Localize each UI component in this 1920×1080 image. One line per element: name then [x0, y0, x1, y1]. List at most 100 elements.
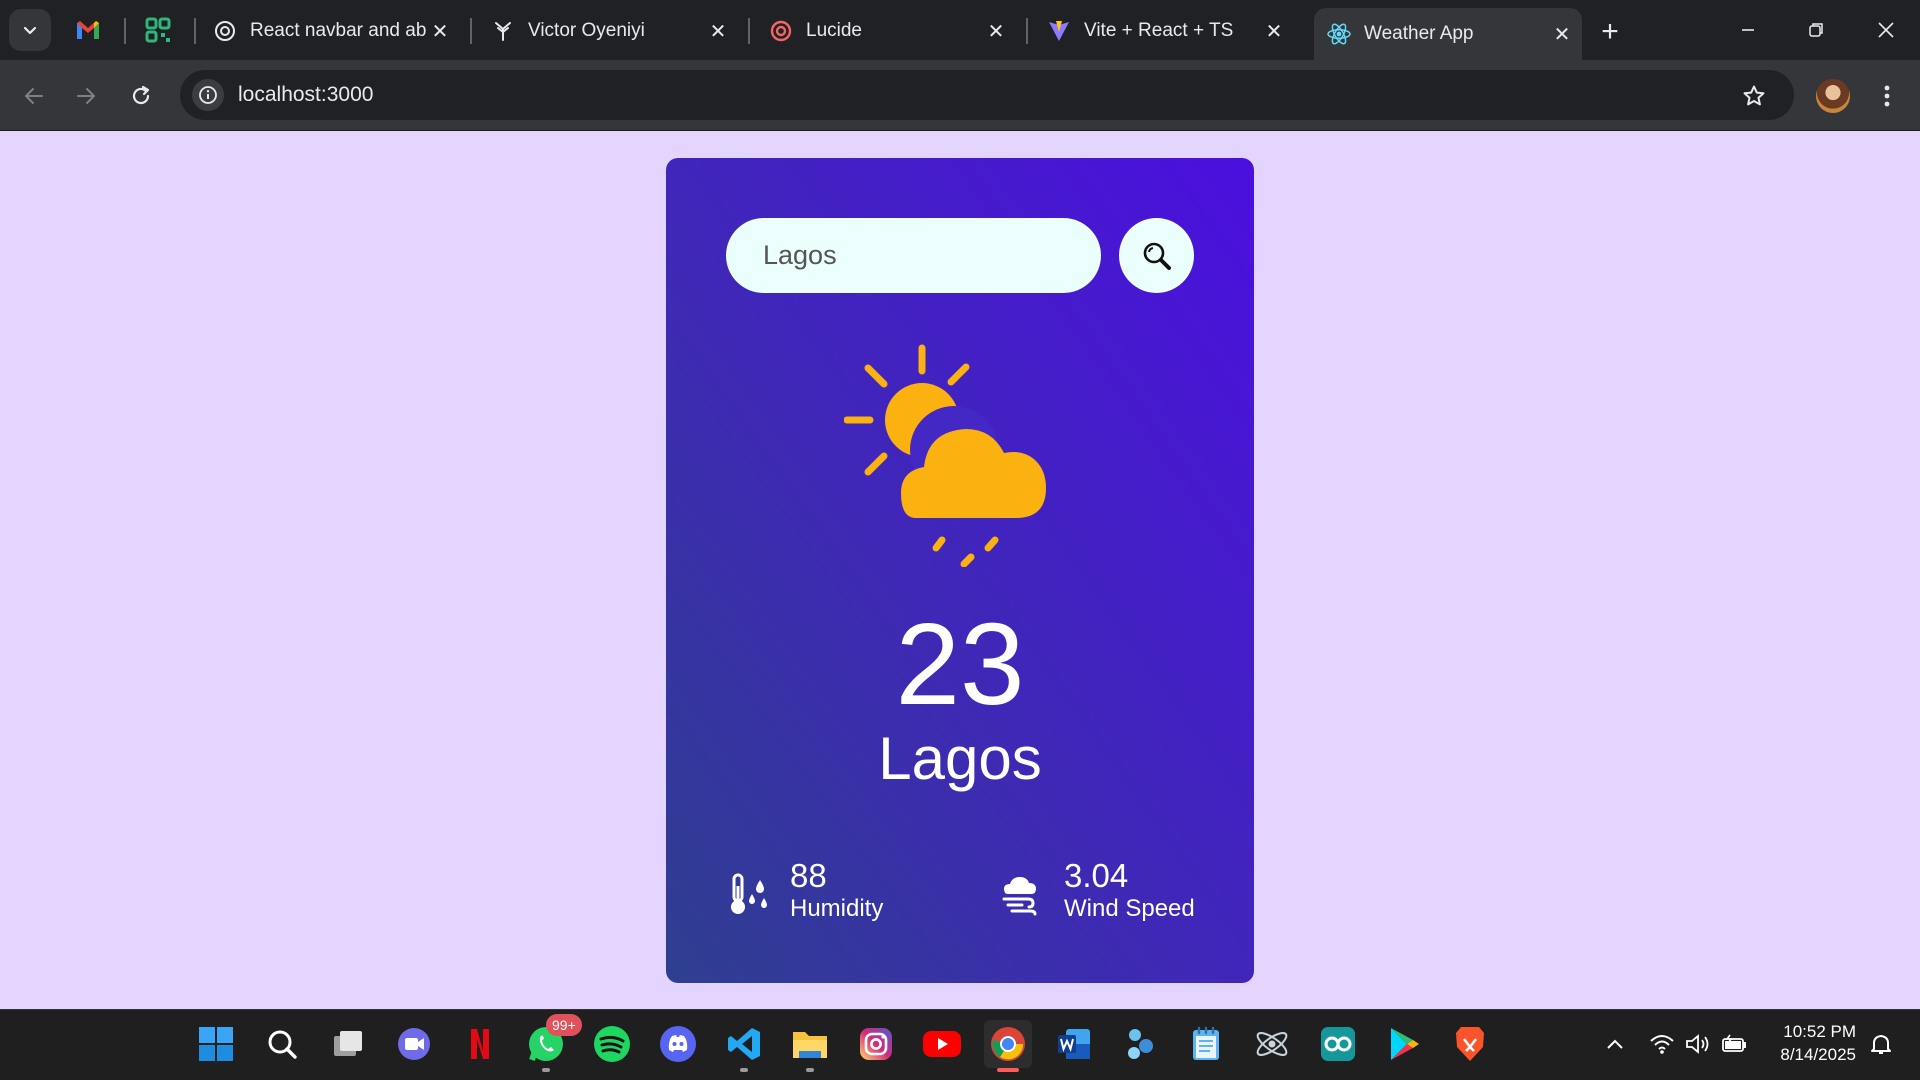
tab-lucide[interactable]: Lucide ✕: [756, 10, 1016, 52]
tab-separator: [1026, 18, 1028, 44]
bookmark-button[interactable]: [1740, 82, 1768, 110]
search-icon: [1143, 242, 1171, 270]
tab-victor-oyeniyi[interactable]: Victor Oyeniyi ✕: [478, 10, 738, 52]
site-info-button[interactable]: [192, 79, 224, 111]
taskbar-search[interactable]: [258, 1020, 306, 1068]
page-viewport: 23 Lagos 88 Humidity: [0, 131, 1920, 1009]
taskbar-spotify[interactable]: [588, 1020, 636, 1068]
reload-button[interactable]: [121, 76, 161, 116]
wind-stat: 3.04 Wind Speed: [1000, 858, 1195, 928]
notifications-button[interactable]: [1864, 1026, 1898, 1062]
battery-icon: [1722, 1034, 1746, 1052]
word-icon: [1058, 1029, 1090, 1059]
minimize-button[interactable]: [1726, 10, 1770, 50]
address-bar[interactable]: localhost:3000: [180, 70, 1794, 120]
tab-react-navbar[interactable]: React navbar and abo ✕: [200, 10, 460, 52]
taskbar-play[interactable]: [1380, 1020, 1428, 1068]
close-icon[interactable]: ✕: [1260, 17, 1288, 45]
url-text: localhost:3000: [238, 83, 374, 106]
info-icon: [199, 86, 217, 104]
taskbar-youtube[interactable]: [918, 1020, 966, 1068]
city-name: Lagos: [878, 725, 1042, 792]
search-button[interactable]: [1119, 218, 1194, 293]
forward-button[interactable]: [66, 76, 106, 116]
meet-icon: [398, 1028, 430, 1060]
minimize-icon: [1742, 29, 1754, 31]
youtube-icon: [923, 1031, 961, 1057]
site-icon: [490, 18, 516, 44]
tab-title: Vite + React + TS: [1084, 20, 1234, 41]
restore-button[interactable]: [1794, 10, 1838, 50]
profile-avatar[interactable]: [1816, 79, 1850, 113]
back-button[interactable]: [14, 76, 54, 116]
wind-value: 3.04: [1064, 857, 1129, 894]
gmail-icon: [77, 21, 99, 39]
wind-label: Wind Speed: [1064, 895, 1195, 922]
taskbar-vscode[interactable]: [720, 1020, 768, 1072]
spotify-icon: [594, 1026, 630, 1062]
volume-status[interactable]: [1682, 1026, 1714, 1062]
tab-vite[interactable]: Vite + React + TS ✕: [1034, 10, 1294, 52]
taskbar-brave[interactable]: [1446, 1020, 1494, 1068]
tray-overflow-button[interactable]: [1600, 1026, 1630, 1062]
taskbar-arduino[interactable]: [1314, 1020, 1362, 1068]
close-icon[interactable]: ✕: [704, 17, 732, 45]
taskbar-discord[interactable]: [654, 1020, 702, 1068]
taskbar-notepad[interactable]: [1182, 1020, 1230, 1068]
tab-title: Victor Oyeniyi: [528, 20, 645, 41]
taskbar-instagram[interactable]: [852, 1020, 900, 1068]
task-view-button[interactable]: [324, 1020, 372, 1068]
reload-icon: [132, 85, 150, 105]
tab-separator: [124, 18, 126, 44]
running-indicator: [740, 1068, 748, 1072]
wind-icon: [1002, 877, 1037, 916]
close-window-button[interactable]: [1864, 10, 1908, 50]
tab-title: Weather App: [1364, 23, 1474, 44]
city-search-input[interactable]: [726, 218, 1101, 293]
tab-strip: React navbar and abo ✕ Victor Oyeniyi ✕ …: [0, 0, 1920, 60]
humidity-label: Humidity: [790, 895, 884, 922]
notepad-icon: [1193, 1026, 1219, 1060]
taskbar-app[interactable]: [1248, 1020, 1296, 1068]
clock-date: 8/14/2025: [1780, 1045, 1856, 1064]
tab-title: React navbar and abo: [250, 20, 426, 41]
close-icon[interactable]: ✕: [982, 17, 1010, 45]
more-vertical-icon: [1884, 85, 1890, 107]
running-indicator: [806, 1068, 814, 1072]
chevron-down-icon: [23, 26, 37, 35]
humidity-stat: 88 Humidity: [726, 858, 883, 928]
browser-toolbar: localhost:3000: [0, 60, 1920, 131]
taskbar-word[interactable]: [1050, 1020, 1098, 1068]
start-button[interactable]: [192, 1020, 240, 1068]
restore-icon: [1809, 23, 1823, 37]
system-clock[interactable]: 10:52 PM 8/14/2025: [1760, 1020, 1856, 1066]
windows-icon: [199, 1027, 233, 1061]
battery-status[interactable]: [1718, 1026, 1752, 1062]
taskbar-file-explorer[interactable]: [786, 1020, 834, 1072]
taskbar-app[interactable]: [1116, 1020, 1164, 1068]
clock-time: 10:52 PM: [1783, 1022, 1856, 1041]
tab-search-button[interactable]: [9, 9, 51, 51]
brave-icon: [1456, 1027, 1484, 1061]
netflix-icon: [471, 1029, 489, 1059]
tab-title: Lucide: [806, 20, 862, 41]
taskbar-netflix[interactable]: [456, 1020, 504, 1068]
close-icon[interactable]: ✕: [426, 17, 454, 45]
close-icon[interactable]: ✕: [1548, 20, 1576, 48]
new-tab-button[interactable]: +: [1592, 14, 1628, 50]
taskbar-meet[interactable]: [390, 1020, 438, 1068]
vscode-icon: [728, 1028, 760, 1060]
tab-weather-app[interactable]: Weather App ✕: [1314, 8, 1582, 60]
taskbar-chrome[interactable]: [984, 1020, 1032, 1072]
wifi-icon: [1650, 1035, 1674, 1054]
pinned-tab-gmail[interactable]: [70, 12, 106, 48]
pinned-tab-qr[interactable]: [140, 12, 176, 48]
instagram-icon: [860, 1028, 892, 1060]
wifi-status[interactable]: [1646, 1026, 1678, 1062]
taskbar-whatsapp[interactable]: 99+: [522, 1014, 582, 1072]
browser-menu-button[interactable]: [1872, 77, 1902, 115]
arrow-left-icon: [25, 88, 43, 104]
task-view-icon: [334, 1031, 362, 1056]
play-icon: [1391, 1028, 1419, 1060]
folder-icon: [793, 1032, 827, 1058]
